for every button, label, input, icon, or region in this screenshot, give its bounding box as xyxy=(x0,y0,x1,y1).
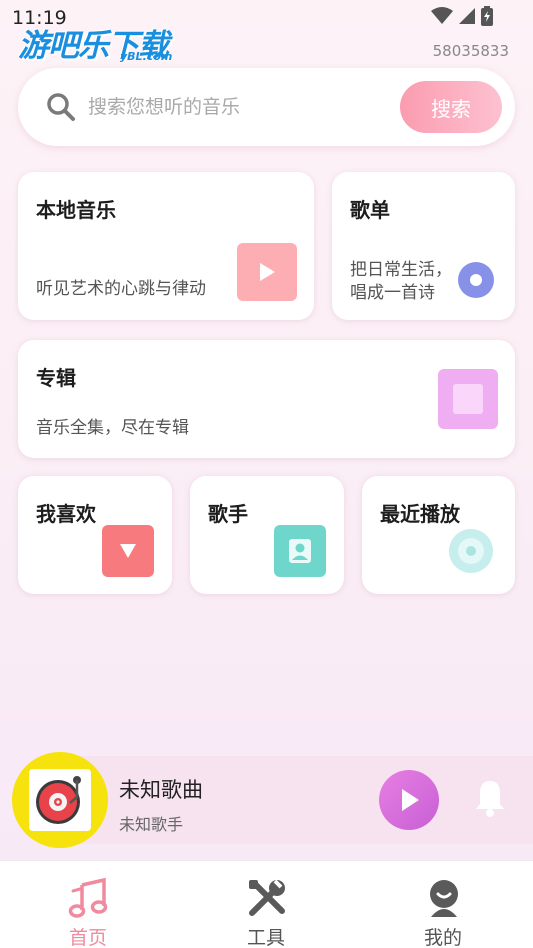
song-title: 未知歌曲 xyxy=(119,778,203,802)
nav-item-tools[interactable]: 工具 xyxy=(206,861,326,948)
song-artist: 未知歌手 xyxy=(119,815,184,834)
disc-icon xyxy=(449,529,493,573)
vinyl-record-icon xyxy=(29,769,91,831)
favorites-title: 我喜欢 xyxy=(36,502,96,526)
search-input[interactable] xyxy=(88,90,388,124)
playlist-title: 歌单 xyxy=(350,198,390,222)
album-art[interactable] xyxy=(12,752,108,848)
status-icons xyxy=(431,6,493,26)
device-id: 58035833 xyxy=(432,42,509,60)
favorites-card[interactable]: 我喜欢 xyxy=(18,476,172,594)
album-subtitle: 音乐全集，尽在专辑 xyxy=(36,418,189,438)
nav-item-mine[interactable]: 我的 xyxy=(383,861,503,948)
playlist-subtitle-line2: 唱成一首诗 xyxy=(350,283,435,303)
nav-item-home[interactable]: 首页 xyxy=(28,861,148,948)
square-icon xyxy=(438,369,498,429)
search-icon xyxy=(47,93,75,121)
wifi-icon xyxy=(431,7,453,24)
playlist-card[interactable]: 歌单 把日常生活， 唱成一首诗 xyxy=(332,172,515,320)
recent-card[interactable]: 最近播放 xyxy=(362,476,515,594)
local-music-card[interactable]: 本地音乐 听见艺术的心跳与律动 xyxy=(18,172,314,320)
local-music-subtitle: 听见艺术的心跳与律动 xyxy=(36,279,206,299)
watermark-sub: yBL.com xyxy=(120,50,173,63)
nav-label-mine: 我的 xyxy=(423,927,462,948)
album-title: 专辑 xyxy=(36,366,76,390)
singer-title: 歌手 xyxy=(208,502,248,526)
tools-icon xyxy=(249,879,285,916)
album-card[interactable]: 专辑 音乐全集，尽在专辑 xyxy=(18,340,515,458)
profile-icon xyxy=(430,880,458,917)
triangle-down-icon xyxy=(102,525,154,577)
play-button[interactable] xyxy=(379,770,439,830)
battery-icon xyxy=(481,6,493,26)
search-button[interactable]: 搜索 xyxy=(400,81,502,133)
person-icon xyxy=(274,525,326,577)
playlist-subtitle-line1: 把日常生活， xyxy=(350,260,452,280)
record-icon xyxy=(458,262,494,298)
play-icon xyxy=(237,243,297,301)
singer-card[interactable]: 歌手 xyxy=(190,476,344,594)
bottom-nav: 首页 工具 我的 xyxy=(0,860,533,948)
search-bar: 搜索 xyxy=(18,68,515,146)
local-music-title: 本地音乐 xyxy=(36,198,116,222)
bell-icon[interactable] xyxy=(472,778,508,818)
signal-icon xyxy=(459,8,475,24)
nav-label-tools: 工具 xyxy=(246,927,285,948)
recent-title: 最近播放 xyxy=(380,502,460,526)
music-note-icon xyxy=(68,877,108,918)
nav-label-home: 首页 xyxy=(68,927,107,948)
